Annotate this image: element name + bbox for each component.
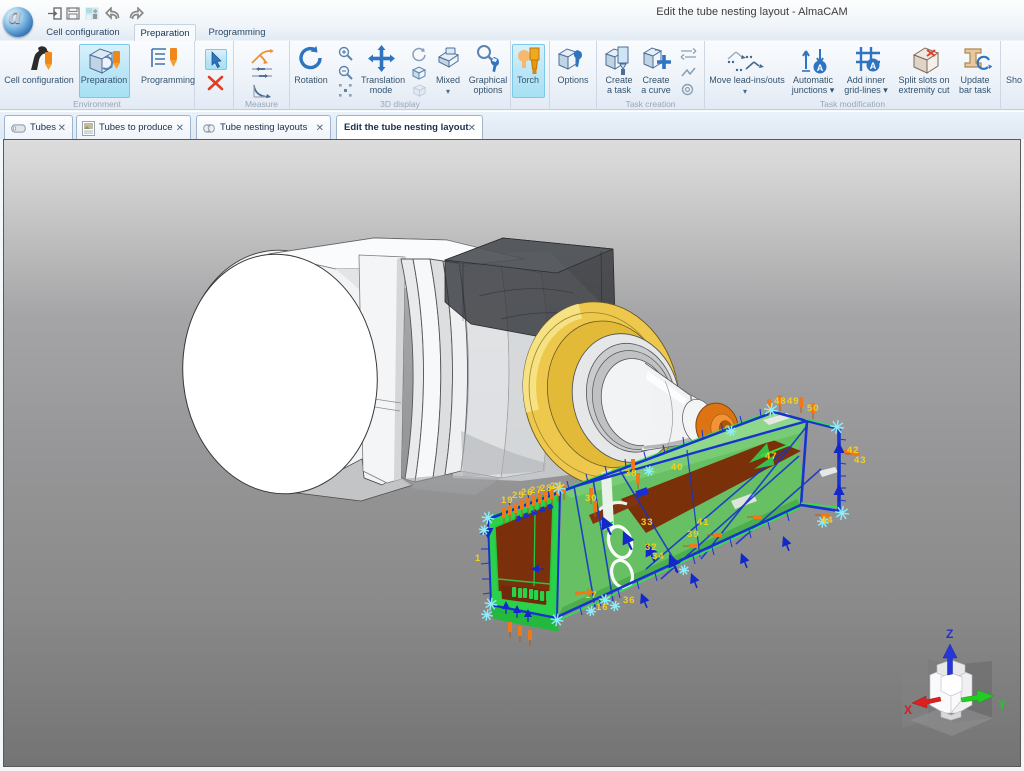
svg-text:33: 33 xyxy=(641,517,654,528)
svg-text:39: 39 xyxy=(687,529,700,540)
svg-text:47: 47 xyxy=(765,451,778,462)
svg-text:38: 38 xyxy=(625,468,638,479)
svg-text:A: A xyxy=(817,63,824,73)
svg-text:40: 40 xyxy=(671,462,684,473)
svg-text:Y: Y xyxy=(998,698,1006,712)
svg-text:A: A xyxy=(870,61,877,71)
svg-text:29: 29 xyxy=(550,481,563,492)
svg-text:44: 44 xyxy=(821,515,834,526)
svg-text:Z: Z xyxy=(946,627,953,641)
svg-text:36: 36 xyxy=(623,595,636,606)
svg-text:34: 34 xyxy=(652,551,665,562)
svg-text:30: 30 xyxy=(585,493,598,504)
svg-text:41: 41 xyxy=(697,517,710,528)
svg-text:1: 1 xyxy=(475,553,481,564)
svg-text:X: X xyxy=(904,703,912,717)
svg-text:43: 43 xyxy=(854,455,867,466)
svg-text:48: 48 xyxy=(774,396,787,407)
svg-text:50: 50 xyxy=(807,403,820,414)
svg-text:16: 16 xyxy=(596,602,609,613)
svg-text:49: 49 xyxy=(787,396,800,407)
